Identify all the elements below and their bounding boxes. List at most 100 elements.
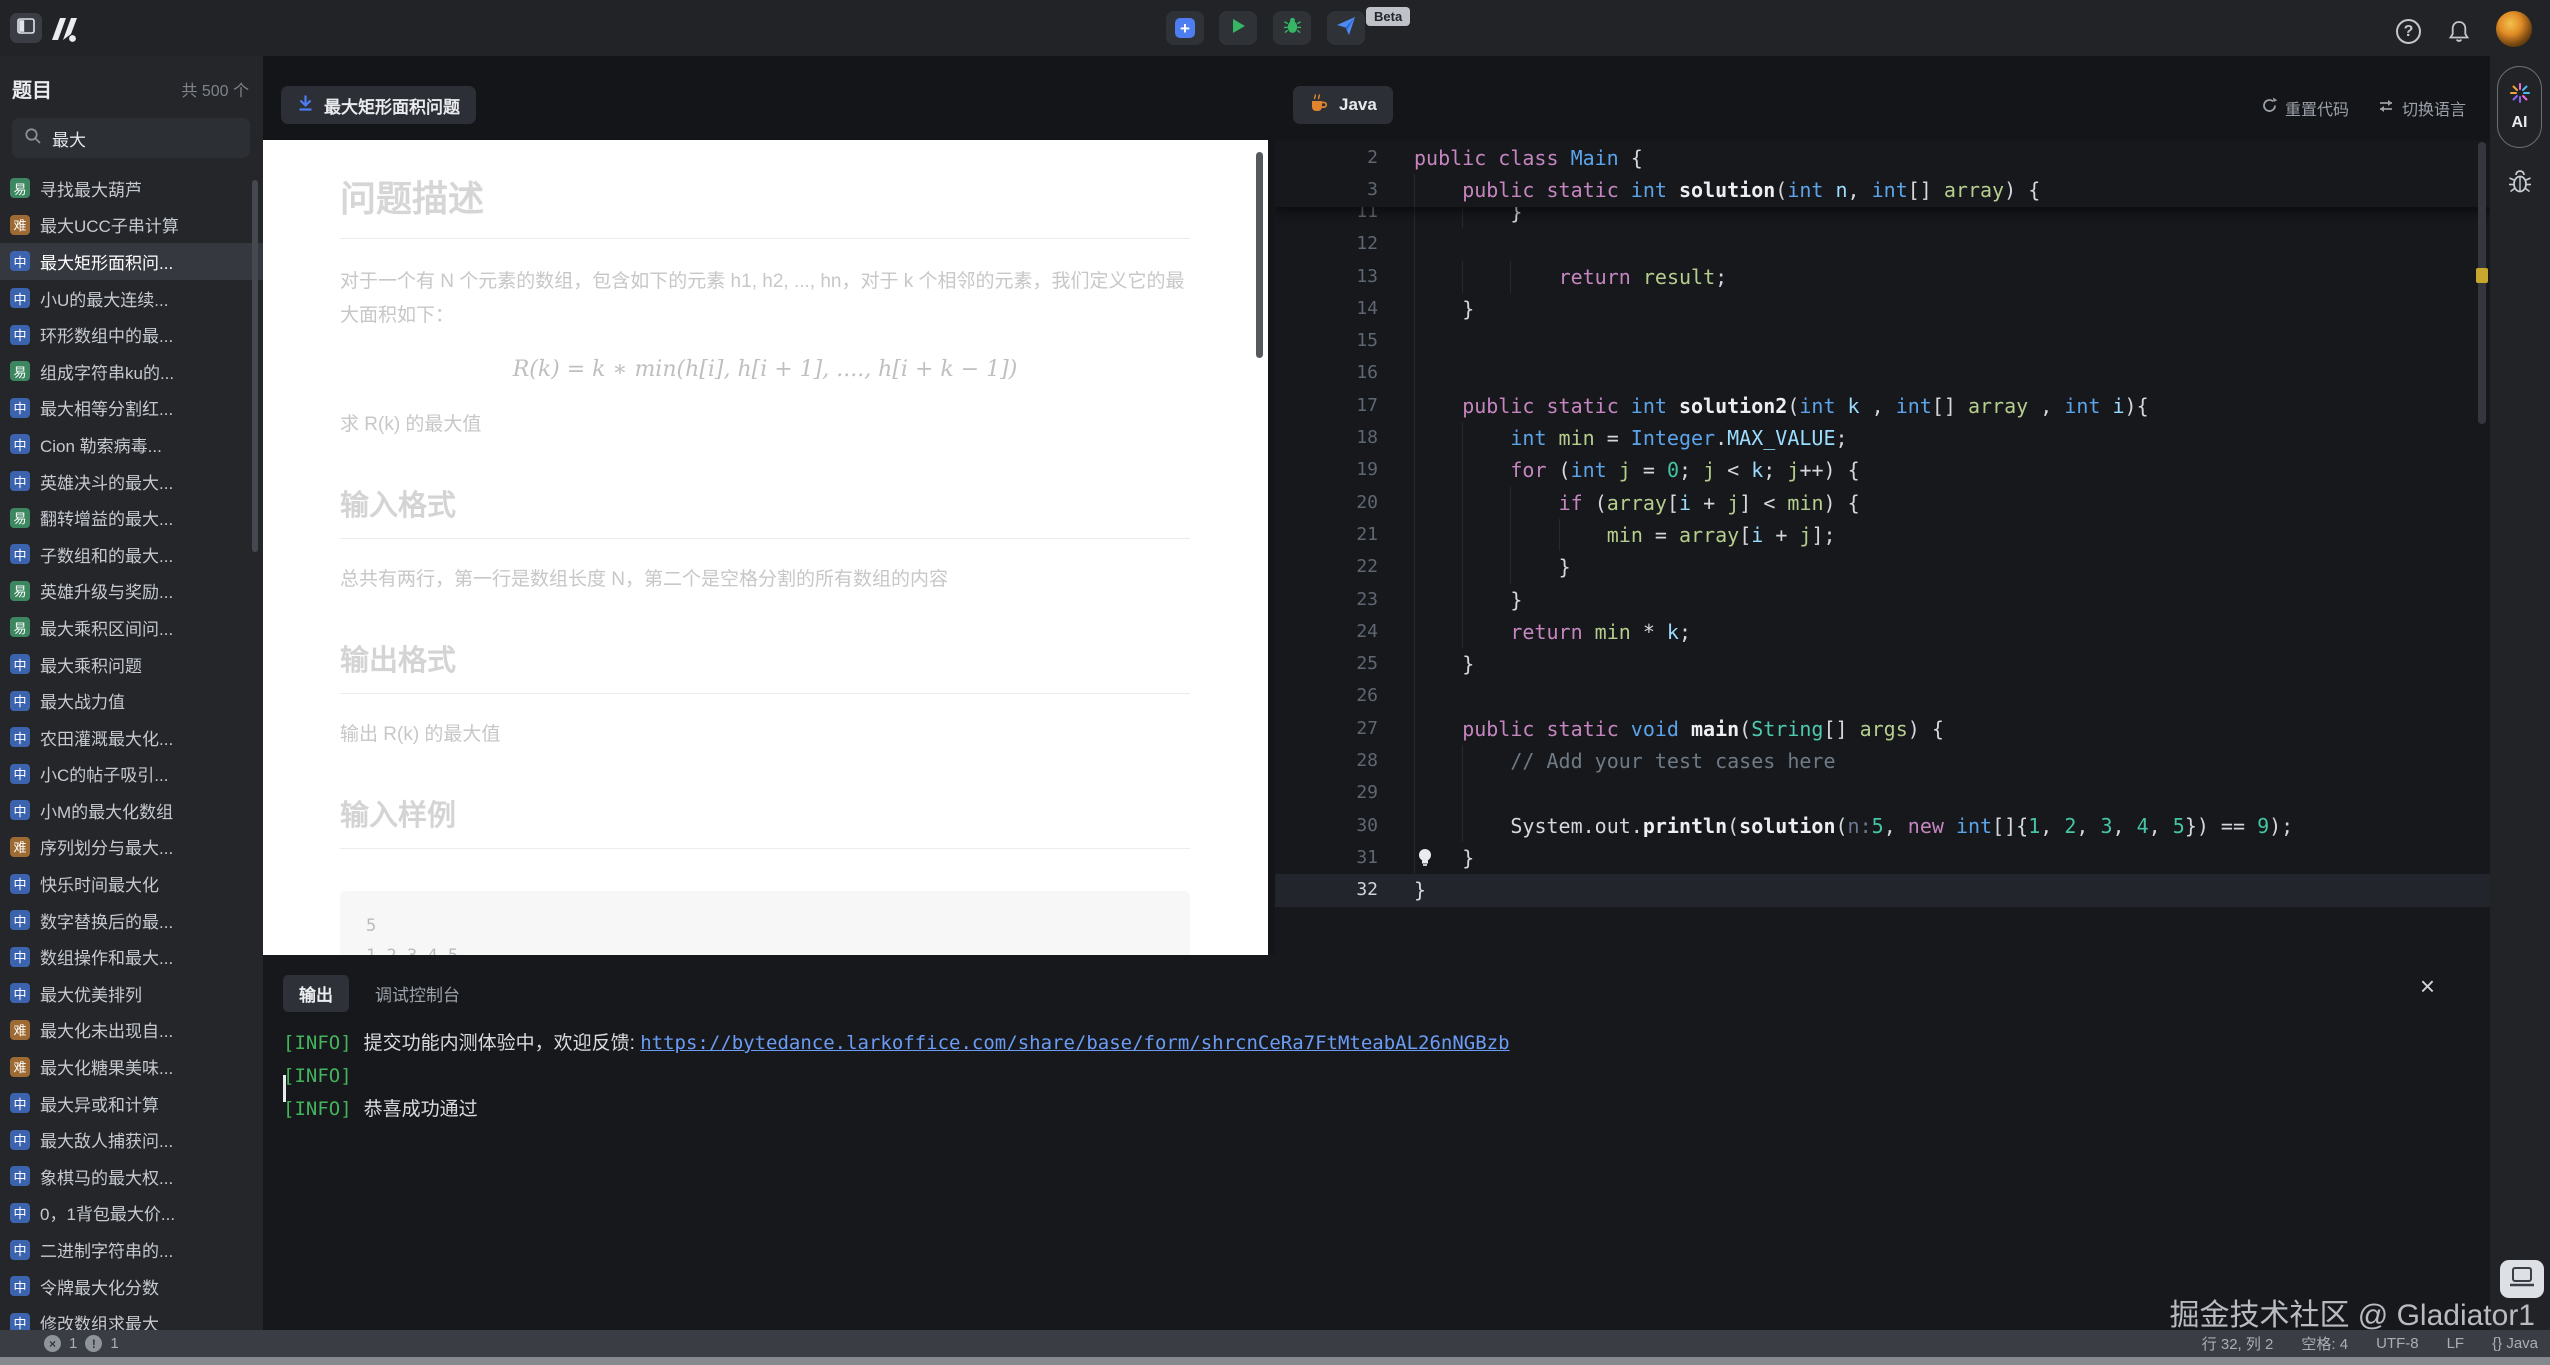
problem-tab[interactable]: 最大矩形面积问题 xyxy=(281,86,476,124)
code-line-13[interactable]: 13return result; xyxy=(1275,261,2490,293)
problem-list-item[interactable]: 中小C的帖子吸引... xyxy=(0,756,263,793)
code-line-28[interactable]: 28// Add your test cases here xyxy=(1275,745,2490,777)
eol-setting[interactable]: LF xyxy=(2447,1335,2465,1352)
problem-list-item[interactable]: 易组成字符串ku的... xyxy=(0,353,263,390)
debug-button[interactable] xyxy=(1273,11,1311,45)
report-bug-button[interactable] xyxy=(2506,168,2534,201)
encoding[interactable]: UTF-8 xyxy=(2376,1335,2419,1352)
code-line-12[interactable]: 12 xyxy=(1275,228,2490,260)
code-line-29[interactable]: 29 xyxy=(1275,777,2490,809)
tab-output[interactable]: 输出 xyxy=(283,975,349,1012)
problem-list-item[interactable]: 难最大化未出现自... xyxy=(0,1012,263,1049)
search-input[interactable]: 最大 xyxy=(12,118,250,158)
problem-list-item[interactable]: 中象棋马的最大权... xyxy=(0,1158,263,1195)
code-line-20[interactable]: 20if (array[i + j] < min) { xyxy=(1275,487,2490,519)
problem-list-item[interactable]: 中二进制字符串的... xyxy=(0,1231,263,1268)
problem-list-item[interactable]: 中数组操作和最大... xyxy=(0,938,263,975)
close-console-button[interactable]: × xyxy=(2420,973,2435,999)
code-editor[interactable]: 11}1213return result;14}151617public sta… xyxy=(1275,140,2490,955)
line-number: 3 xyxy=(1275,174,1378,206)
difficulty-badge: 中 xyxy=(10,983,30,1003)
cursor-position[interactable]: 行 32, 列 2 xyxy=(2202,1333,2274,1354)
problem-list-item[interactable]: 易翻转增益的最大... xyxy=(0,499,263,536)
problem-list-item[interactable]: 难最大化糖果美味... xyxy=(0,1048,263,1085)
problem-list-item[interactable]: 中最大相等分割红... xyxy=(0,390,263,427)
problem-list-item[interactable]: 中修改数组求最大 xyxy=(0,1304,263,1330)
code-line-26[interactable]: 26 xyxy=(1275,680,2490,712)
problem-list-item[interactable]: 中小M的最大化数组 xyxy=(0,792,263,829)
indentation-setting[interactable]: 空格: 4 xyxy=(2301,1333,2348,1354)
warnings-icon[interactable]: ! xyxy=(85,1335,102,1352)
screen-share-button[interactable] xyxy=(2500,1260,2544,1298)
help-button[interactable]: ? xyxy=(2396,19,2421,44)
run-button[interactable] xyxy=(1219,11,1257,45)
sidebar-scrollbar[interactable] xyxy=(252,180,258,552)
notifications-button[interactable] xyxy=(2446,19,2472,45)
difficulty-badge: 中 xyxy=(10,727,30,747)
code-line-17[interactable]: 17public static int solution2(int k , in… xyxy=(1275,390,2490,422)
code-line-27[interactable]: 27public static void main(String[] args)… xyxy=(1275,713,2490,745)
code-line-15[interactable]: 15 xyxy=(1275,325,2490,357)
problem-list-item[interactable]: 中子数组和的最大... xyxy=(0,536,263,573)
problem-list-item[interactable]: 中Cion 勒索病毒... xyxy=(0,426,263,463)
indent-guide xyxy=(1414,487,1462,519)
difficulty-badge: 中 xyxy=(10,910,30,930)
problem-list-item[interactable]: 中最大矩形面积问... xyxy=(0,243,263,280)
sidebar-toggle-button[interactable] xyxy=(10,13,42,43)
marscode-logo-icon[interactable] xyxy=(46,14,84,44)
reset-code-button[interactable]: 重置代码 xyxy=(2261,96,2349,120)
submit-button[interactable] xyxy=(1327,11,1365,45)
problem-list-item[interactable]: 中数字替换后的最... xyxy=(0,902,263,939)
tab-debug-console[interactable]: 调试控制台 xyxy=(375,981,460,1006)
question-icon: ? xyxy=(2404,23,2414,41)
code-line-22[interactable]: 22} xyxy=(1275,551,2490,583)
problem-list-item[interactable]: 难序列划分与最大... xyxy=(0,829,263,866)
problem-list-item[interactable]: 中最大乘积问题 xyxy=(0,646,263,683)
editor-scrollbar[interactable] xyxy=(2478,142,2486,424)
problem-list-item[interactable]: 易英雄升级与奖励... xyxy=(0,573,263,610)
problem-list-item[interactable]: 难最大UCC子串计算 xyxy=(0,207,263,244)
avatar[interactable] xyxy=(2496,11,2532,47)
code-line-2[interactable]: 2public class Main { xyxy=(1275,142,2490,174)
code-line-21[interactable]: 21min = array[i + j]; xyxy=(1275,519,2490,551)
problem-list-item[interactable]: 中令牌最大化分数 xyxy=(0,1268,263,1305)
problem-list-item[interactable]: 中0，1背包最大价... xyxy=(0,1195,263,1232)
code-line-31[interactable]: 31} xyxy=(1275,842,2490,874)
code-line-16[interactable]: 16 xyxy=(1275,357,2490,389)
code-line-19[interactable]: 19for (int j = 0; j < k; j++) { xyxy=(1275,454,2490,486)
code-line-23[interactable]: 23} xyxy=(1275,584,2490,616)
ai-assistant-button[interactable]: AI xyxy=(2497,66,2542,148)
code-line-25[interactable]: 25} xyxy=(1275,648,2490,680)
feedback-link[interactable]: https://bytedance.larkoffice.com/share/b… xyxy=(640,1032,1509,1054)
difficulty-badge: 中 xyxy=(10,434,30,454)
problem-list-item[interactable]: 中最大敌人捕获问... xyxy=(0,1121,263,1158)
code-line-3[interactable]: 3public static int solution(int n, int[]… xyxy=(1275,174,2490,206)
code-line-14[interactable]: 14} xyxy=(1275,293,2490,325)
problem-list-item[interactable]: 中最大战力值 xyxy=(0,682,263,719)
difficulty-badge: 中 xyxy=(10,288,30,308)
code-line-24[interactable]: 24return min * k; xyxy=(1275,616,2490,648)
problem-list-item[interactable]: 中最大异或和计算 xyxy=(0,1085,263,1122)
code-line-30[interactable]: 30System.out.println(solution(n:5, new i… xyxy=(1275,810,2490,842)
problem-list-item[interactable]: 中英雄决斗的最大... xyxy=(0,463,263,500)
line-number: 13 xyxy=(1275,261,1378,293)
indent-guide xyxy=(1462,551,1510,583)
problem-list-item[interactable]: 中最大优美排列 xyxy=(0,975,263,1012)
problem-list-item[interactable]: 易最大乘积区间问... xyxy=(0,609,263,646)
problem-list-item[interactable]: 易寻找最大葫芦 xyxy=(0,170,263,207)
add-test-case-button[interactable]: + xyxy=(1166,11,1204,45)
problem-list-item[interactable]: 中快乐时间最大化 xyxy=(0,865,263,902)
code-text xyxy=(1414,357,1462,389)
problem-list-item[interactable]: 中农田灌溉最大化... xyxy=(0,719,263,756)
code-line-32[interactable]: 32} xyxy=(1275,874,2490,906)
problem-list-item[interactable]: 中环形数组中的最... xyxy=(0,316,263,353)
problem-list-item[interactable]: 中小U的最大连续... xyxy=(0,280,263,317)
problem-title: 环形数组中的最... xyxy=(40,322,173,347)
problem-title: 组成字符串ku的... xyxy=(40,359,174,384)
errors-icon[interactable]: × xyxy=(44,1335,61,1352)
switch-language-button[interactable]: 切换语言 xyxy=(2377,96,2466,120)
language-tab-java[interactable]: Java xyxy=(1293,86,1393,124)
description-scrollbar[interactable] xyxy=(1256,152,1263,358)
language-mode[interactable]: {} Java xyxy=(2492,1335,2538,1352)
code-line-18[interactable]: 18int min = Integer.MAX_VALUE; xyxy=(1275,422,2490,454)
